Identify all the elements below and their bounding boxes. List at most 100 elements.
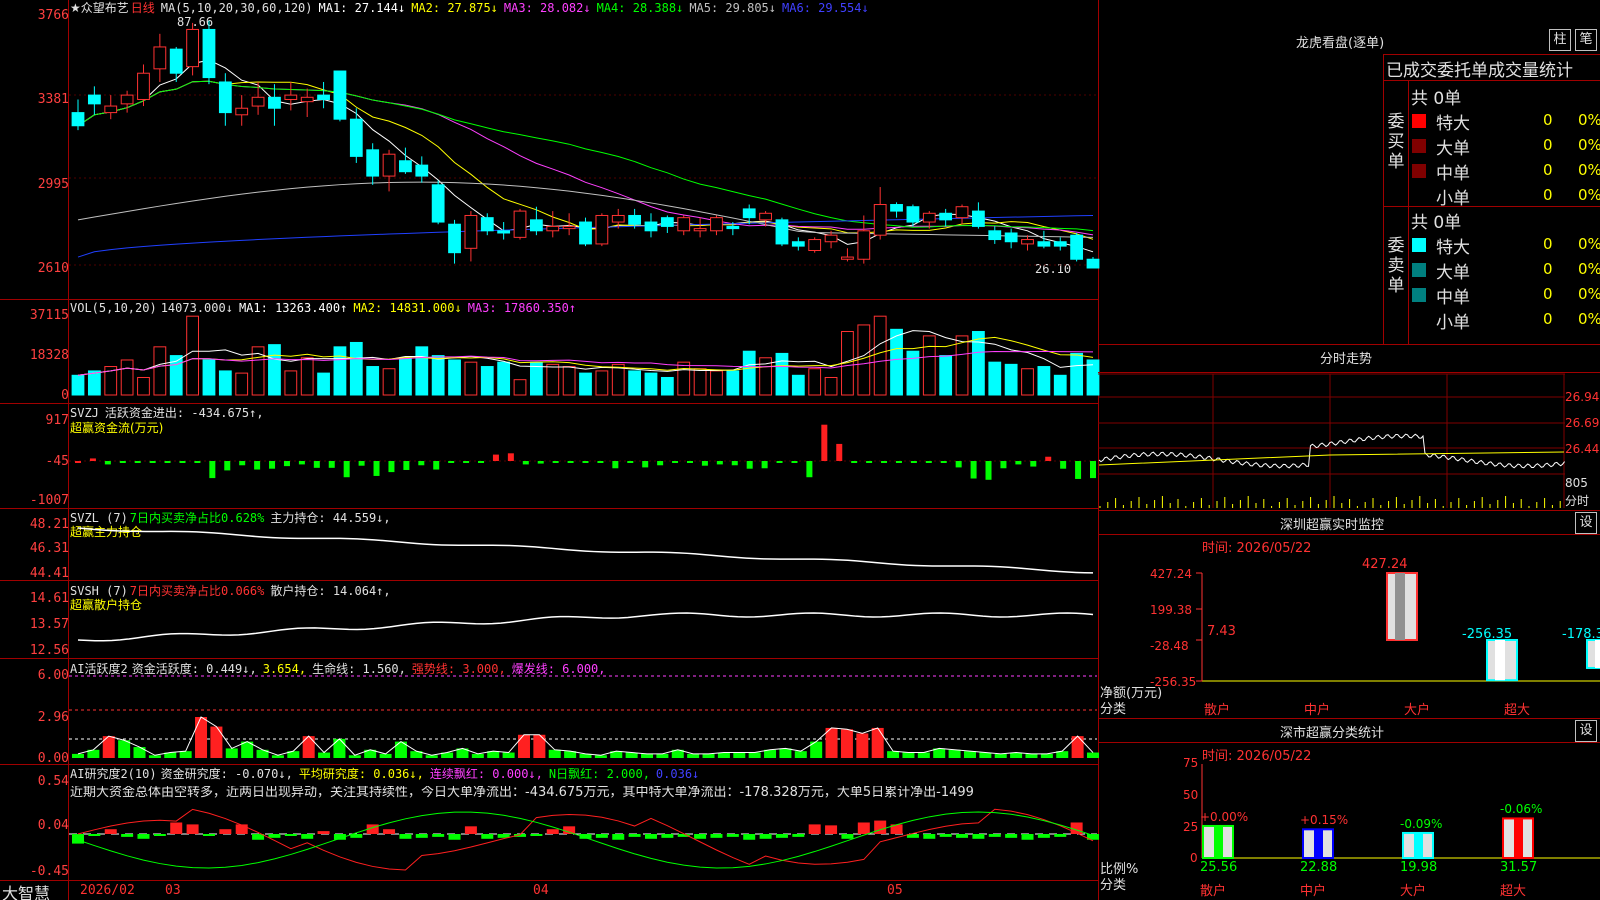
order-row-name: 大单 — [1436, 263, 1470, 283]
fund-flow-bar — [806, 461, 813, 478]
order-row-percent: 0% — [1578, 260, 1600, 278]
fund-flow-bar — [463, 461, 470, 463]
fund-flow-bar — [403, 461, 410, 470]
candle-body — [431, 184, 445, 223]
volume-bar — [579, 372, 592, 396]
class-bar-shade — [1214, 825, 1223, 858]
fund-flow-bar — [1000, 461, 1007, 469]
fund-flow-bar — [776, 461, 783, 463]
class-bar-change: +0.15% — [1300, 813, 1349, 828]
fund-flow-bar — [895, 461, 902, 463]
fund-flow-bar — [164, 461, 171, 463]
candle-body — [513, 210, 527, 238]
research-bar — [759, 834, 772, 839]
fund-flow-bar — [433, 461, 440, 470]
fund-flow-bar — [358, 461, 365, 466]
class-bar-value: 31.57 — [1500, 860, 1538, 875]
fund-flow-bar — [298, 461, 305, 465]
monitor-settings-button[interactable]: 设 — [1575, 512, 1597, 534]
candle-body — [824, 234, 838, 243]
order-row-percent: 0% — [1578, 136, 1600, 154]
candle-body — [284, 94, 298, 100]
candle-body — [87, 94, 101, 105]
bar-mode-button[interactable]: 柱 — [1549, 29, 1571, 51]
fs-y-label: 26.69 — [1565, 416, 1600, 430]
activity-bar — [687, 753, 700, 758]
class-bar-change: -0.06% — [1500, 802, 1543, 817]
tick-mode-button[interactable]: 笔 — [1575, 29, 1597, 51]
volume-bar — [562, 366, 576, 396]
volume-bar — [202, 359, 216, 396]
volume-bar — [399, 357, 412, 396]
fund-flow-bar — [731, 461, 738, 466]
fund-flow-bar — [1030, 461, 1037, 467]
volume-bar — [922, 335, 936, 396]
candle-body — [235, 107, 249, 116]
monitor-title: 深圳超赢实时监控 — [1280, 518, 1385, 533]
candle-body — [317, 94, 330, 100]
fs-x-label: 分时 — [1565, 494, 1590, 508]
activity-bar — [133, 747, 146, 758]
monitor-x-axis-title: 分类 — [1100, 702, 1127, 717]
research-bar — [923, 834, 936, 839]
volume-bar — [415, 346, 429, 396]
research-bar — [121, 834, 134, 837]
activity-bar — [856, 733, 869, 758]
fund-flow-bar — [1090, 461, 1096, 479]
class-settings-button[interactable]: 设 — [1575, 720, 1597, 742]
activity-bar — [825, 727, 838, 758]
volume-bar — [300, 357, 314, 396]
order-row-count: 0 — [1543, 186, 1553, 204]
fund-flow-bar — [925, 461, 932, 463]
volume-bar — [775, 352, 789, 396]
fund-flow-bar — [910, 461, 917, 463]
activity-bar — [502, 752, 515, 758]
monitor-y-label: 427.24 — [1150, 567, 1192, 581]
candle-body — [71, 112, 85, 127]
candle-body — [660, 217, 674, 227]
activity-bar — [72, 753, 84, 758]
candle-body — [791, 241, 805, 247]
fund-flow-bar — [1045, 456, 1052, 461]
order-color-swatch — [1412, 189, 1426, 203]
research-bar — [726, 834, 739, 837]
fund-flow-bar — [478, 461, 485, 463]
order-row-percent: 0% — [1578, 111, 1600, 129]
research-bar — [301, 834, 314, 839]
activity-bar — [917, 752, 930, 758]
activity-bar — [210, 726, 223, 758]
activity-bar — [779, 748, 792, 758]
fund-flow-bar — [985, 461, 992, 480]
volume-bar — [988, 361, 1002, 396]
order-color-swatch — [1412, 114, 1426, 128]
fund-flow-bar — [761, 461, 768, 469]
activity-bar — [1040, 753, 1053, 758]
fund-flow-bar — [940, 461, 947, 463]
candle-body — [955, 206, 969, 219]
research-bar — [202, 834, 215, 836]
candle-body — [399, 160, 412, 173]
volume-bar — [218, 370, 232, 396]
research-bar — [841, 834, 854, 839]
candle-body — [1004, 232, 1018, 243]
order-color-swatch — [1412, 238, 1426, 252]
research-bar — [743, 834, 756, 840]
research-bar — [317, 831, 330, 834]
research-bar — [644, 834, 657, 839]
research-bar — [383, 829, 396, 834]
order-row-percent: 0% — [1578, 161, 1600, 179]
volume-bar — [513, 379, 527, 396]
fund-flow-bar — [1075, 461, 1082, 479]
order-row-name: 中单 — [1436, 288, 1470, 308]
fund-flow-bar — [283, 461, 290, 467]
activity-bar — [641, 753, 654, 758]
research-bar — [235, 824, 248, 834]
volume-bar — [333, 346, 347, 396]
kline-charts[interactable] — [0, 0, 1600, 900]
order-stat-title: 已成交委托单成交量统计 — [1386, 61, 1573, 81]
candle-body — [677, 217, 691, 232]
order-row-name: 大单 — [1436, 139, 1470, 159]
volume-bar — [317, 372, 330, 396]
fund-flow-bar — [134, 461, 141, 463]
candle-body — [1037, 241, 1051, 247]
